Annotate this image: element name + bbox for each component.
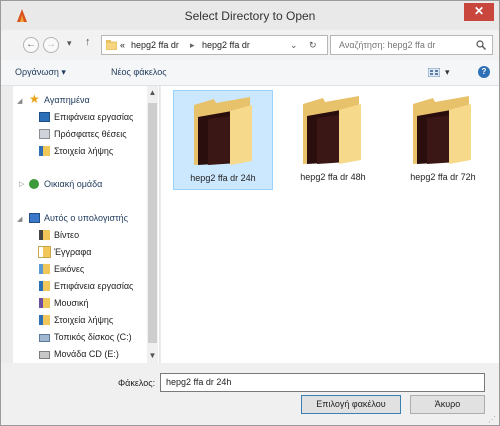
videos-icon: [39, 230, 50, 240]
cd-drive-icon: [39, 351, 50, 359]
desktop-icon: [39, 112, 50, 122]
back-button[interactable]: ←: [23, 37, 39, 53]
sidebar-item-label: Στοιχεία λήψης: [54, 146, 114, 156]
sidebar-item-label: Μουσική: [54, 298, 89, 308]
documents-icon: [38, 246, 51, 258]
view-dropdown-button[interactable]: ▾: [445, 67, 450, 78]
recent-places-icon: [39, 129, 50, 139]
scroll-up-button[interactable]: ▲: [147, 88, 158, 97]
organize-menu[interactable]: Οργάνωση ▾: [15, 67, 66, 78]
search-icon[interactable]: [476, 40, 486, 50]
address-dropdown-button[interactable]: ⌄: [290, 40, 298, 51]
music-icon: [39, 298, 50, 308]
drive-icon: [39, 334, 50, 342]
computer-icon: [29, 213, 40, 223]
sidebar-item-label: Έγγραφα: [54, 247, 92, 257]
folder-icon: [303, 96, 361, 164]
title-bar: Select Directory to Open ✕: [1, 1, 499, 30]
collapse-icon[interactable]: ◢: [17, 215, 22, 223]
breadcrumb-overflow[interactable]: «: [120, 40, 125, 50]
folder-icon: [106, 40, 117, 50]
sidebar-item-label: Πρόσφατες θέσεις: [54, 129, 127, 139]
search-input[interactable]: Αναζήτηση: hepg2 ffa dr: [339, 40, 435, 50]
help-button[interactable]: ?: [478, 66, 490, 78]
sidebar-item-label: Βίντεο: [54, 230, 80, 240]
downloads-icon: [39, 315, 50, 325]
select-directory-dialog: Select Directory to Open ✕ ← → ▾ ↑ « hep…: [0, 0, 500, 426]
sidebar-item-label: Αυτός ο υπολογιστής: [44, 213, 128, 223]
folder-label: hepg2 ffa dr 48h: [300, 172, 366, 182]
close-button[interactable]: ✕: [464, 3, 494, 21]
downloads-icon: [39, 146, 50, 156]
folder-view: hepg2 ffa dr 24h hepg2 ffa dr 48h hepg2 …: [161, 86, 499, 363]
recent-locations-button[interactable]: ▾: [67, 38, 72, 49]
scroll-thumb[interactable]: [148, 103, 157, 343]
refresh-button[interactable]: ↻: [309, 40, 317, 51]
window-title: Select Directory to Open: [184, 9, 316, 23]
sidebar-scrollbar[interactable]: ▲ ▼: [147, 86, 158, 363]
sidebar-item-label: Επιφάνεια εργασίας: [54, 112, 134, 122]
resize-grip-icon[interactable]: ⋰: [488, 415, 496, 424]
breadcrumb-item[interactable]: hepg2 ffa dr: [202, 40, 250, 50]
collapse-icon[interactable]: ◢: [17, 97, 22, 105]
up-button[interactable]: ↑: [85, 36, 91, 48]
folder-name-input[interactable]: hepg2 ffa dr 24h: [160, 373, 485, 392]
navigation-bar: ← → ▾ ↑ « hepg2 ffa dr ▸ hepg2 ffa dr ⌄ …: [1, 30, 499, 60]
folder-label: hepg2 ffa dr 72h: [410, 172, 476, 182]
bottom-panel: Φάκελος: hepg2 ffa dr 24h Επιλογή φακέλο…: [1, 363, 499, 425]
sidebar-item-label: Οικιακή ομάδα: [44, 179, 103, 189]
breadcrumb-separator[interactable]: ▸: [190, 40, 195, 51]
navigation-pane: ◢ ★ Αγαπημένα Επιφάνεια εργασίας Πρόσφατ…: [13, 86, 160, 363]
new-folder-button[interactable]: Νέος φάκελος: [111, 67, 167, 77]
folder-field-label: Φάκελος:: [118, 378, 156, 388]
pictures-icon: [39, 264, 50, 274]
folder-icon: [413, 96, 471, 164]
expand-icon[interactable]: ▷: [19, 180, 24, 188]
search-box[interactable]: Αναζήτηση: hepg2 ffa dr: [330, 35, 493, 55]
sidebar-item-label: Μονάδα CD (E:): [54, 349, 119, 359]
breadcrumb-item[interactable]: hepg2 ffa dr: [131, 40, 179, 50]
sidebar-item-label: Στοιχεία λήψης: [54, 315, 114, 325]
star-icon: ★: [29, 92, 40, 106]
homegroup-icon: [29, 179, 39, 189]
folder-item[interactable]: hepg2 ffa dr 72h: [393, 90, 493, 190]
sidebar-item-label: Εικόνες: [54, 264, 85, 274]
command-toolbar: Οργάνωση ▾ Νέος φάκελος ▾ ?: [1, 60, 499, 86]
forward-button[interactable]: →: [43, 37, 59, 53]
sidebar-item-label: Αγαπημένα: [44, 95, 90, 105]
sidebar-item-label: Τοπικός δίσκος (C:): [54, 332, 132, 342]
address-bar[interactable]: « hepg2 ffa dr ▸ hepg2 ffa dr ⌄ ↻: [101, 35, 328, 55]
folder-item[interactable]: hepg2 ffa dr 24h: [173, 90, 273, 190]
sidebar-item-label: Επιφάνεια εργασίας: [54, 281, 134, 291]
desktop-icon: [39, 281, 50, 291]
folder-item[interactable]: hepg2 ffa dr 48h: [283, 90, 383, 190]
folder-label: hepg2 ffa dr 24h: [190, 173, 256, 183]
scroll-down-button[interactable]: ▼: [147, 351, 158, 360]
view-options-icon[interactable]: [428, 68, 440, 77]
cancel-button[interactable]: Άκυρο: [410, 395, 485, 414]
select-folder-button[interactable]: Επιλογή φακέλου: [301, 395, 401, 414]
folder-icon: [194, 97, 252, 165]
